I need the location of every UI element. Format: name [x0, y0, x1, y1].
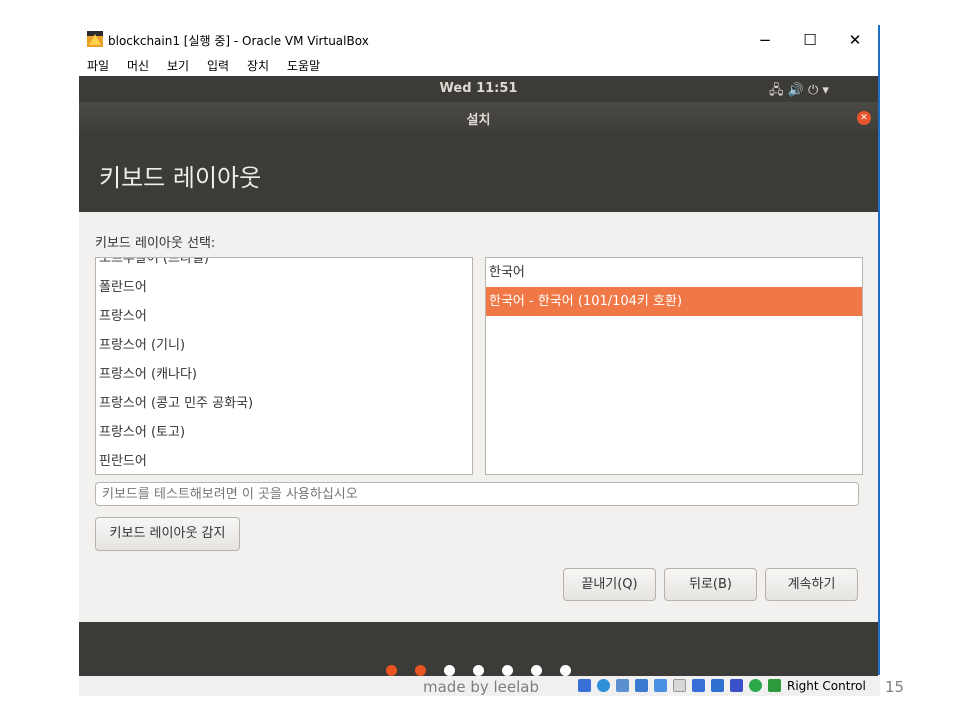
installer-content: 키보드 레이아웃 선택: 포르투갈어 (브라질) 폴란드어 프랑스어 프랑스어 …: [79, 212, 878, 622]
continue-button[interactable]: 계속하기: [765, 568, 858, 601]
clock[interactable]: Wed 11:51: [79, 81, 878, 96]
maximize-button[interactable]: ☐: [790, 27, 830, 53]
progress-dot: [415, 665, 426, 676]
list-item[interactable]: 포르투갈어 (브라질): [96, 258, 472, 273]
detect-layout-button[interactable]: 키보드 레이아웃 감지: [95, 517, 240, 551]
virtualization-icon[interactable]: [730, 679, 743, 692]
keyboard-capture-icon[interactable]: [768, 679, 781, 692]
menu-bar: [79, 55, 878, 76]
system-tray-icons[interactable]: 🖧 🔊 ⏻ ▾: [769, 81, 829, 103]
menu-file[interactable]: 파일: [87, 57, 109, 74]
list-item[interactable]: 핀란드어: [96, 447, 472, 474]
close-window-button[interactable]: ✕: [835, 27, 875, 53]
progress-dot: [386, 665, 397, 676]
list-item-selected[interactable]: 한국어 - 한국어 (101/104키 호환): [486, 287, 862, 316]
quit-button[interactable]: 끝내기(Q): [563, 568, 656, 601]
minimize-button[interactable]: −: [745, 27, 785, 53]
video-capture-icon[interactable]: [711, 679, 724, 692]
progress-dot: [531, 665, 542, 676]
slide-page-number: 15: [885, 678, 905, 696]
list-item[interactable]: 프랑스어 (토고): [96, 418, 472, 447]
keyboard-test-input[interactable]: [95, 482, 859, 506]
variant-list[interactable]: 한국어 한국어 - 한국어 (101/104키 호환): [485, 257, 863, 475]
watermark: made by leelab: [423, 678, 539, 696]
network-icon[interactable]: [635, 679, 648, 692]
virtualbox-app-icon: [87, 31, 103, 47]
progress-dot: [444, 665, 455, 676]
audio-icon[interactable]: [616, 679, 629, 692]
layout-list[interactable]: 포르투갈어 (브라질) 폴란드어 프랑스어 프랑스어 (기니) 프랑스어 (캐나…: [95, 257, 473, 475]
page-title: 키보드 레이아웃: [99, 164, 262, 192]
mouse-integration-icon[interactable]: [749, 679, 762, 692]
hard-disk-icon[interactable]: [578, 679, 591, 692]
progress-dot: [502, 665, 513, 676]
list-item[interactable]: 한국어: [486, 258, 862, 287]
progress-dot: [560, 665, 571, 676]
progress-dot: [473, 665, 484, 676]
menu-devices[interactable]: 장치: [247, 57, 269, 74]
back-button[interactable]: 뒤로(B): [664, 568, 757, 601]
menu-input[interactable]: 입력: [207, 57, 229, 74]
guest-screen: Wed 11:51 🖧 🔊 ⏻ ▾ 설치 ✕ 키보드 레이아웃 키보드 레이아웃…: [79, 76, 878, 676]
shared-folders-icon[interactable]: [673, 679, 686, 692]
display-icon[interactable]: [692, 679, 705, 692]
list-item[interactable]: 프랑스어 (콩고 민주 공화국): [96, 389, 472, 418]
window-title: blockchain1 [실행 중] - Oracle VM VirtualBo…: [108, 34, 369, 48]
menu-view[interactable]: 보기: [167, 57, 189, 74]
menu-help[interactable]: 도움말: [287, 57, 320, 74]
list-item[interactable]: 프랑스어: [96, 302, 472, 331]
optical-drive-icon[interactable]: [597, 679, 610, 692]
installer-title: 설치: [466, 113, 491, 128]
list-item[interactable]: 프랑스어 (캐나다): [96, 360, 472, 389]
usb-icon[interactable]: [654, 679, 667, 692]
list-item[interactable]: 폴란드어: [96, 273, 472, 302]
host-key-label: Right Control: [787, 679, 866, 693]
layout-select-label: 키보드 레이아웃 선택:: [95, 236, 216, 251]
menu-machine[interactable]: 머신: [127, 57, 149, 74]
list-item[interactable]: 프랑스어 (기니): [96, 331, 472, 360]
window-border: [878, 25, 880, 675]
close-icon[interactable]: ✕: [857, 111, 871, 125]
